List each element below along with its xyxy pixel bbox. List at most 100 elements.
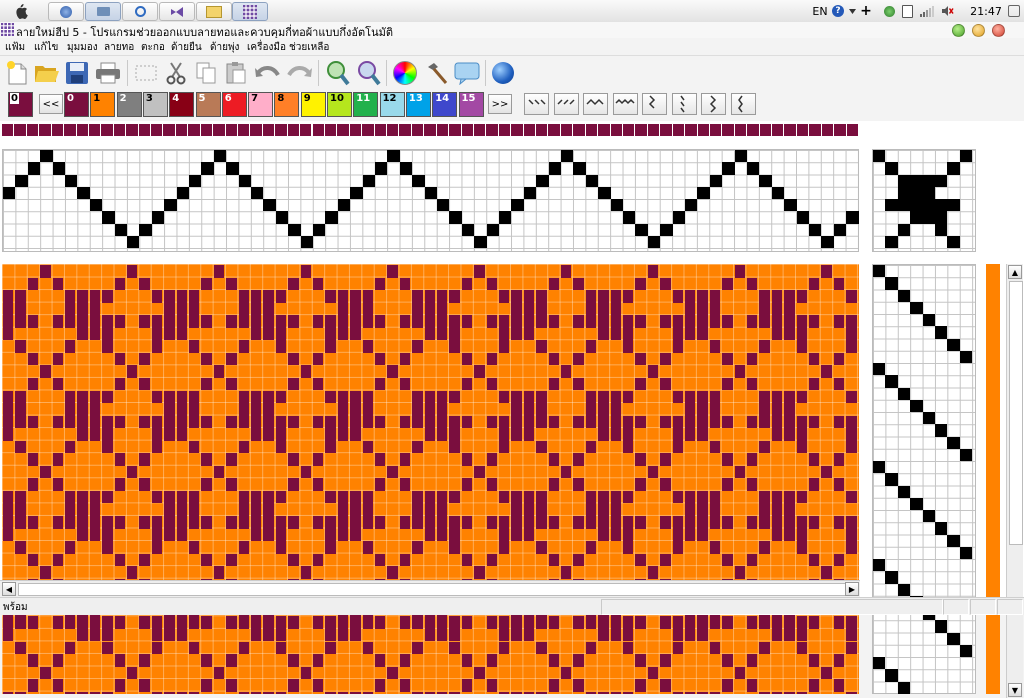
warp-float-cell[interactable] [685, 403, 696, 416]
warp-float-cell[interactable] [771, 691, 783, 694]
warp-float-cell[interactable] [288, 616, 299, 629]
warp-float-cell[interactable] [697, 390, 708, 404]
warp-float-cell[interactable] [548, 654, 559, 667]
warp-float-cell[interactable] [523, 516, 535, 529]
warp-float-cell[interactable] [201, 478, 212, 491]
warp-float-cell[interactable] [27, 679, 39, 692]
warp-float-cell[interactable] [511, 315, 522, 328]
taskbar-quicktime-button[interactable] [122, 2, 158, 21]
warp-float-cell[interactable] [747, 553, 758, 567]
warp-float-cell[interactable] [846, 516, 857, 529]
warp-float-cell[interactable] [263, 503, 274, 516]
warp-float-cell[interactable] [523, 691, 535, 694]
warp-float-cell[interactable] [52, 352, 63, 366]
warp-float-cell[interactable] [437, 516, 448, 529]
warp-float-cell[interactable] [437, 503, 448, 516]
warp-float-cell[interactable] [139, 478, 150, 491]
warp-float-cell[interactable] [672, 628, 683, 642]
threading-cell[interactable] [623, 211, 636, 224]
warp-color-cell[interactable] [473, 124, 486, 136]
warp-float-cell[interactable] [697, 503, 708, 516]
warp-float-cell[interactable] [412, 315, 423, 328]
tie-up-cell[interactable] [885, 235, 898, 248]
warp-float-cell[interactable] [412, 390, 423, 404]
warp-float-cell[interactable] [313, 516, 324, 529]
warp-float-cell[interactable] [672, 528, 683, 542]
warp-float-cell[interactable] [226, 478, 237, 491]
warp-float-cell[interactable] [672, 327, 683, 341]
threading-cell[interactable] [449, 211, 462, 224]
warp-float-cell[interactable] [102, 327, 113, 341]
threading-cell[interactable] [511, 199, 524, 212]
threading-cell[interactable] [412, 174, 425, 187]
treadling-cell[interactable] [910, 301, 923, 314]
close-button[interactable] [992, 24, 1005, 37]
warp-float-cell[interactable] [213, 365, 225, 378]
warp-float-cell[interactable] [561, 465, 572, 479]
warp-float-cell[interactable] [833, 352, 845, 366]
warp-float-cell[interactable] [449, 315, 460, 328]
warp-float-cell[interactable] [461, 377, 473, 391]
threading-cell[interactable] [213, 150, 227, 163]
warp-color-cell[interactable] [64, 124, 76, 136]
threading-cell[interactable] [461, 223, 475, 236]
warp-float-cell[interactable] [796, 440, 807, 454]
warp-float-cell[interactable] [313, 616, 324, 629]
warp-float-cell[interactable] [709, 440, 721, 454]
warp-float-cell[interactable] [722, 377, 733, 391]
threading-cell[interactable] [809, 223, 822, 236]
threading-cell[interactable] [647, 235, 661, 248]
warp-float-cell[interactable] [325, 516, 336, 529]
warp-float-cell[interactable] [213, 265, 225, 278]
warp-float-cell[interactable] [536, 616, 547, 629]
warp-float-cell[interactable] [89, 616, 101, 629]
volume-muted-icon[interactable] [940, 3, 954, 19]
scroll-up-button[interactable]: ▲ [1008, 265, 1022, 279]
warp-color-cell[interactable] [349, 124, 362, 136]
warp-float-cell[interactable] [771, 628, 783, 642]
warp-float-cell[interactable] [449, 528, 460, 542]
warp-float-cell[interactable] [734, 465, 745, 479]
warp-float-cell[interactable] [461, 679, 473, 692]
warp-float-cell[interactable] [573, 415, 584, 429]
warp-float-cell[interactable] [821, 666, 832, 680]
warp-float-cell[interactable] [734, 666, 745, 680]
warp-color-cell[interactable] [734, 124, 747, 136]
warp-float-cell[interactable] [499, 315, 510, 328]
warp-float-cell[interactable] [176, 516, 187, 529]
tie-up-cell[interactable] [897, 223, 911, 236]
warp-color-cell[interactable] [362, 124, 374, 136]
warp-float-cell[interactable] [313, 453, 324, 466]
warp-float-cell[interactable] [362, 641, 373, 655]
warp-float-cell[interactable] [499, 490, 510, 504]
warp-color-cell[interactable] [2, 124, 14, 136]
warp-float-cell[interactable] [164, 516, 175, 529]
warp-float-cell[interactable] [139, 277, 150, 291]
tie-up-cell[interactable] [959, 150, 973, 163]
warp-float-cell[interactable] [486, 377, 497, 391]
warp-float-cell[interactable] [747, 315, 758, 328]
warp-color-cell[interactable] [461, 124, 473, 136]
warp-float-cell[interactable] [139, 553, 150, 567]
warp-float-cell[interactable] [660, 377, 671, 391]
warp-float-cell[interactable] [275, 440, 287, 454]
tie-up-cell[interactable] [935, 199, 948, 212]
warp-color-cell[interactable] [237, 124, 250, 136]
vertical-zigzag2-pattern-button[interactable] [701, 93, 726, 115]
warp-float-cell[interactable] [412, 641, 423, 655]
warp-float-cell[interactable] [176, 390, 187, 404]
warp-float-cell[interactable] [499, 541, 510, 554]
warp-float-cell[interactable] [275, 315, 287, 328]
new-file-button[interactable] [2, 58, 32, 88]
tie-up-cell[interactable] [922, 186, 935, 199]
warp-float-cell[interactable] [548, 553, 559, 567]
warp-float-cell[interactable] [114, 679, 125, 692]
warp-float-cell[interactable] [362, 691, 373, 694]
warp-float-cell[interactable] [27, 415, 39, 429]
warp-color-cell[interactable] [14, 124, 26, 136]
warp-float-cell[interactable] [697, 528, 708, 542]
palette-swatch-14[interactable]: 14 [432, 92, 458, 117]
warp-float-cell[interactable] [89, 403, 101, 416]
warp-float-cell[interactable] [585, 541, 597, 554]
treadling-cell[interactable] [897, 387, 911, 400]
